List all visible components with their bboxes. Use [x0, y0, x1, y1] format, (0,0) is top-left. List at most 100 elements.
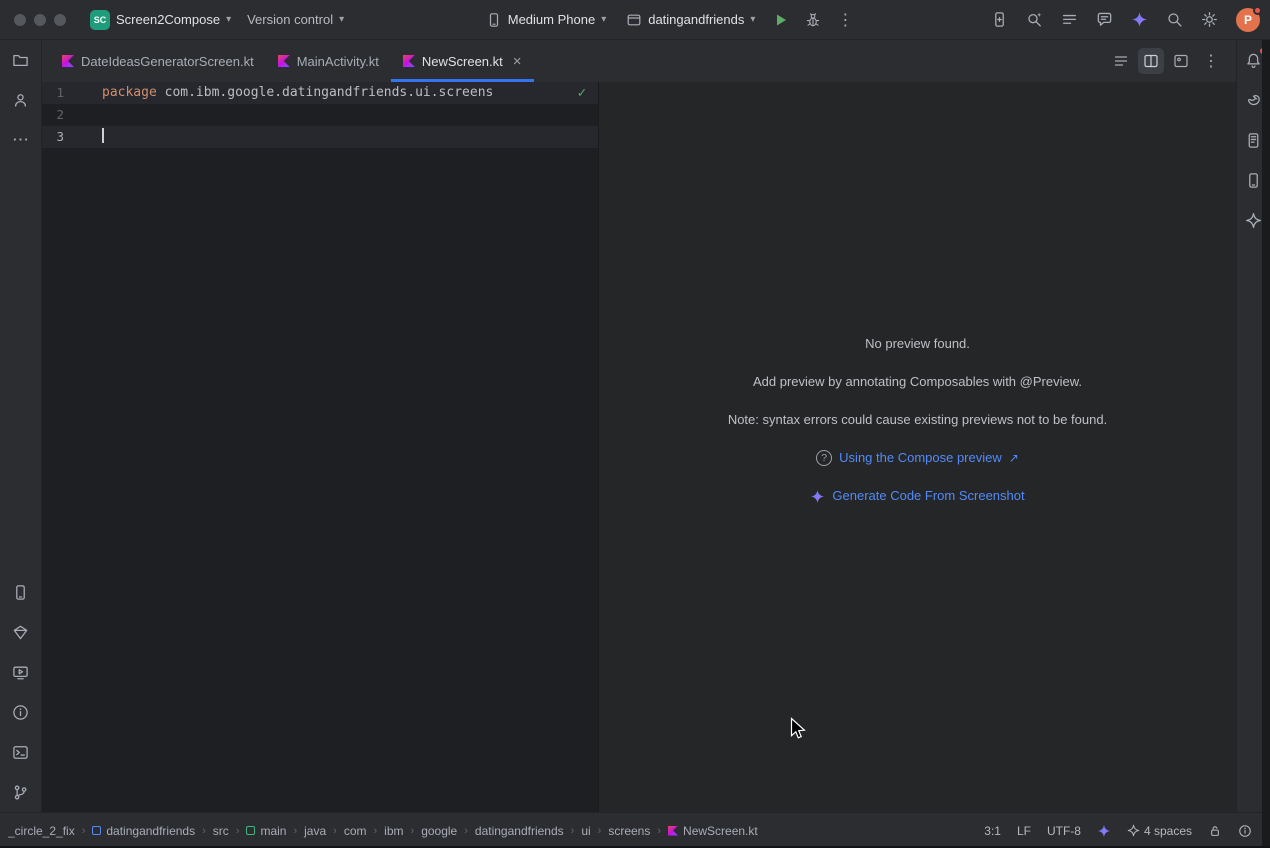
code-view-button[interactable]: [1108, 48, 1134, 74]
generate-code-from-screenshot-link[interactable]: Generate Code From Screenshot: [832, 486, 1024, 506]
caret-position-widget[interactable]: 3:1: [984, 824, 1001, 838]
run-button[interactable]: [767, 6, 795, 34]
search-everywhere-button[interactable]: [1160, 6, 1188, 34]
notification-dot: [1253, 6, 1262, 15]
tab-options-button[interactable]: ⋮: [1198, 48, 1224, 74]
tab-label: DateIdeasGeneratorScreen.kt: [81, 54, 254, 69]
info-circle-icon: [12, 704, 29, 721]
window-minimize-button[interactable]: [34, 14, 46, 26]
bug-icon: [805, 12, 821, 28]
info-circle-icon: [1238, 824, 1252, 838]
design-view-button[interactable]: [1168, 48, 1194, 74]
kotlin-file-icon: [668, 826, 678, 836]
terminal-tool-button[interactable]: [6, 737, 36, 767]
gemini-button[interactable]: [1125, 6, 1153, 34]
help-icon: ?: [816, 450, 832, 466]
monitor-play-icon: [12, 664, 29, 681]
gemini-icon: [1131, 11, 1148, 28]
breadcrumb-item[interactable]: java: [304, 824, 326, 838]
line-number[interactable]: 1: [42, 82, 102, 104]
titlebar: SC Screen2Compose ▾ Version control ▾ Me…: [0, 0, 1270, 40]
device-explorer-icon: [1245, 132, 1262, 149]
code-line[interactable]: 1 package com.ibm.google.datingandfriend…: [42, 82, 598, 104]
app-quality-insights-button[interactable]: [1090, 6, 1118, 34]
breadcrumb-separator: ›: [411, 825, 415, 837]
breadcrumb-separator: ›: [598, 825, 602, 837]
compose-preview-docs-link[interactable]: Using the Compose preview: [839, 448, 1002, 468]
debug-button[interactable]: [799, 6, 827, 34]
window-close-button[interactable]: [14, 14, 26, 26]
breadcrumb-item[interactable]: datingandfriends: [92, 824, 195, 838]
encoding-widget[interactable]: UTF-8: [1047, 824, 1081, 838]
device-mirroring-button[interactable]: [985, 6, 1013, 34]
scrollbar-track[interactable]: [1262, 40, 1270, 848]
user-icon: [12, 92, 29, 109]
line-number[interactable]: 3: [42, 126, 102, 148]
lock-icon: [1208, 824, 1222, 838]
more-horizontal-icon: ⋯: [12, 130, 29, 150]
tab-mainactivity[interactable]: MainActivity.kt: [266, 40, 391, 82]
project-name: Screen2Compose: [116, 12, 220, 27]
avatar-initial: P: [1244, 13, 1252, 27]
app-quality-insights-icon: [1096, 11, 1113, 28]
breadcrumb: _circle_2_fix › datingandfriends › src ›…: [8, 824, 758, 838]
more-tool-windows-button[interactable]: ⋯: [6, 125, 36, 155]
indent-widget[interactable]: 4 spaces: [1127, 824, 1192, 838]
split-view-icon: [1143, 53, 1159, 69]
breadcrumb-item[interactable]: _circle_2_fix: [8, 824, 75, 838]
project-dropdown[interactable]: SC Screen2Compose ▾: [82, 5, 239, 35]
avatar[interactable]: P: [1236, 8, 1260, 32]
code-line[interactable]: 2: [42, 104, 598, 126]
breadcrumb-separator: ›: [202, 825, 206, 837]
device-selector-label: Medium Phone: [508, 12, 595, 27]
resource-manager-tool-button[interactable]: [6, 617, 36, 647]
split-view-button[interactable]: [1138, 48, 1164, 74]
breadcrumb-item[interactable]: com: [344, 824, 367, 838]
commit-tool-button[interactable]: [6, 85, 36, 115]
generate-code-row: Generate Code From Screenshot: [810, 486, 1024, 506]
line-number[interactable]: 2: [42, 104, 102, 126]
close-icon[interactable]: ×: [513, 54, 522, 69]
readonly-toggle[interactable]: [1208, 824, 1222, 838]
device-selector-dropdown[interactable]: Medium Phone ▾: [478, 7, 614, 33]
run-config-dropdown[interactable]: datingandfriends ▾: [618, 7, 763, 33]
breadcrumb-item[interactable]: main: [246, 824, 286, 838]
settings-button[interactable]: [1195, 6, 1223, 34]
running-devices-tool-button[interactable]: [6, 657, 36, 687]
line-separator-widget[interactable]: LF: [1017, 824, 1031, 838]
breadcrumb-item[interactable]: src: [213, 824, 229, 838]
logcat-button[interactable]: [1055, 6, 1083, 34]
gradle-elephant-icon: [1245, 92, 1262, 109]
project-tool-button[interactable]: [6, 45, 36, 75]
version-control-dropdown[interactable]: Version control ▾: [239, 7, 352, 32]
tab-dateideasgeneratorscreen[interactable]: DateIdeasGeneratorScreen.kt: [50, 40, 266, 82]
inspections-ok-check-icon[interactable]: ✓: [578, 85, 586, 101]
tab-newscreen[interactable]: NewScreen.kt ×: [391, 40, 534, 82]
code-line[interactable]: 3: [42, 126, 598, 148]
breadcrumb-item[interactable]: datingandfriends: [475, 824, 564, 838]
version-control-tool-button[interactable]: [6, 777, 36, 807]
more-run-actions-button[interactable]: ⋮: [831, 6, 859, 34]
window-zoom-button[interactable]: [54, 14, 66, 26]
breadcrumb-item[interactable]: google: [421, 824, 457, 838]
compose-preview-docs-row: ? Using the Compose preview ↗: [816, 448, 1019, 468]
code-text: [102, 126, 104, 148]
gemini-status-widget[interactable]: [1097, 824, 1111, 838]
kotlin-file-icon: [403, 55, 415, 67]
breadcrumb-item-file[interactable]: NewScreen.kt: [668, 824, 758, 838]
problems-tool-button[interactable]: [6, 697, 36, 727]
tab-label: MainActivity.kt: [297, 54, 379, 69]
breadcrumb-item[interactable]: ibm: [384, 824, 403, 838]
module-icon: [92, 826, 101, 835]
statusbar: _circle_2_fix › datingandfriends › src ›…: [0, 812, 1270, 848]
breadcrumb-item[interactable]: ui: [581, 824, 590, 838]
design-view-icon: [1173, 53, 1189, 69]
breadcrumb-separator: ›: [333, 825, 337, 837]
code-editor[interactable]: 1 package com.ibm.google.datingandfriend…: [42, 82, 598, 812]
ai-search-button[interactable]: [1020, 6, 1048, 34]
code-view-icon: [1113, 53, 1129, 69]
breadcrumb-item[interactable]: screens: [608, 824, 650, 838]
device-manager-tool-button[interactable]: [6, 577, 36, 607]
inspections-widget[interactable]: [1238, 824, 1252, 838]
kotlin-file-icon: [62, 55, 74, 67]
